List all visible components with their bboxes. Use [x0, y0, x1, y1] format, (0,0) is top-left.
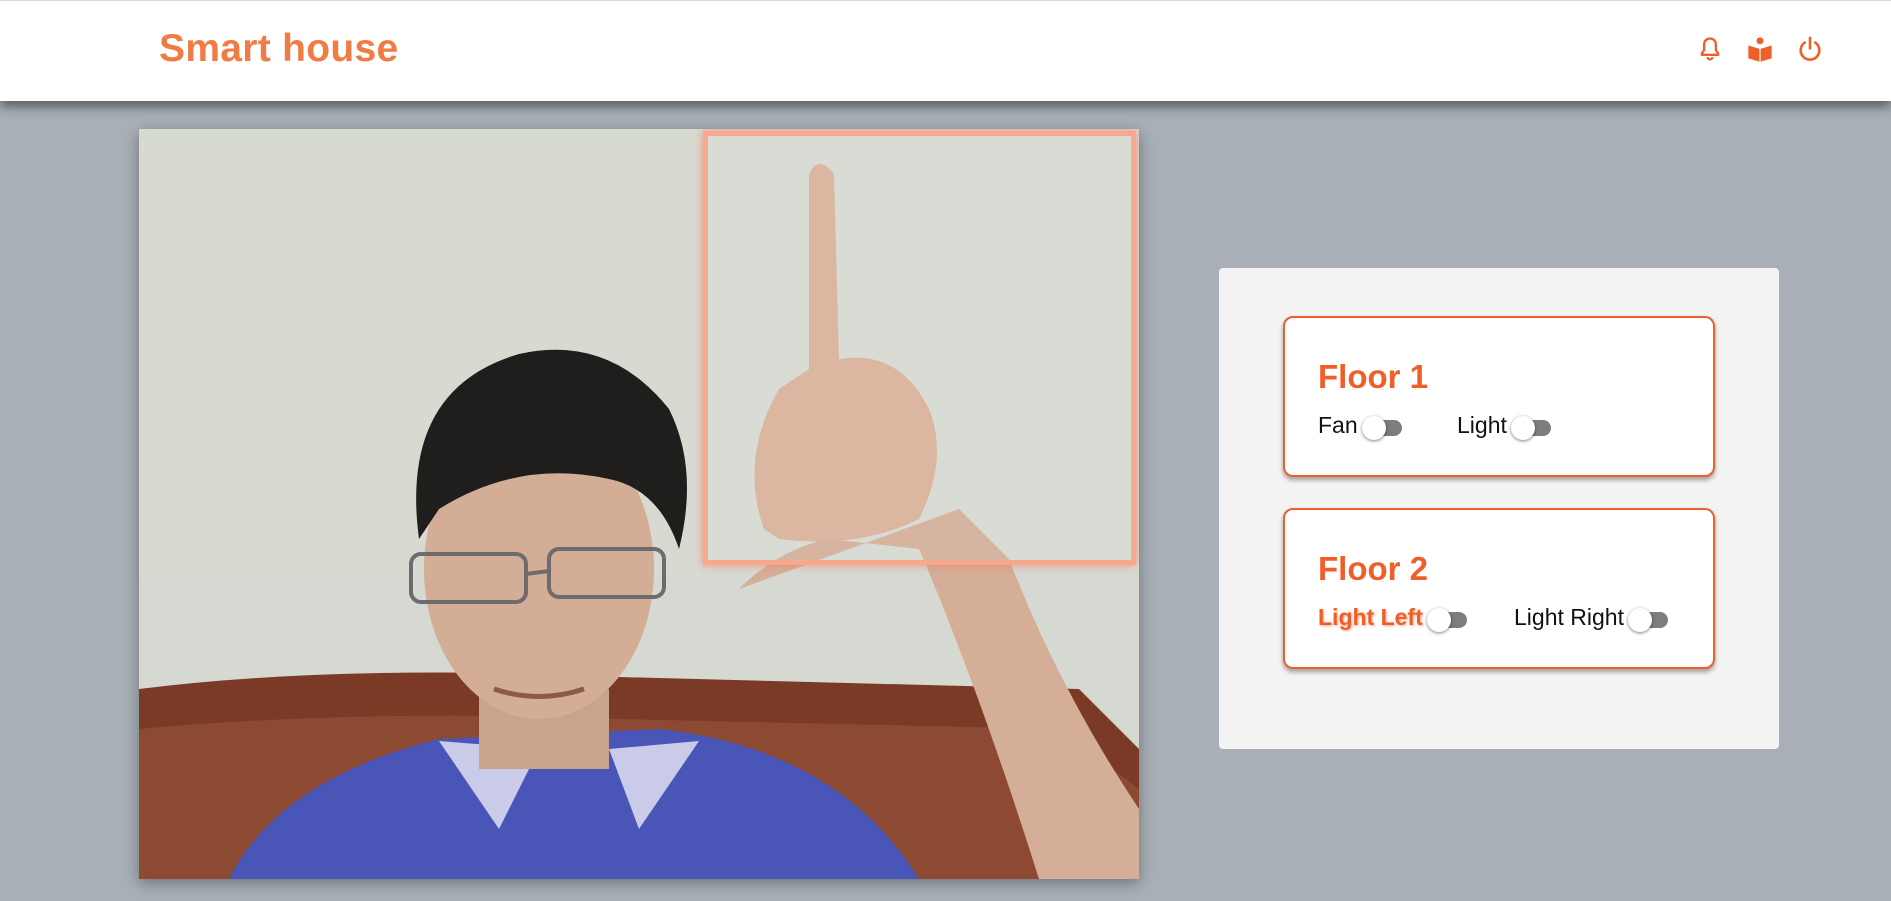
bell-icon[interactable] [1695, 34, 1725, 64]
toggle-knob [1361, 415, 1386, 440]
device-fan: Fan [1318, 412, 1402, 440]
floor-2-title: Floor 2 [1318, 550, 1429, 587]
app-title[interactable]: Smart house [159, 27, 399, 71]
light-toggle[interactable] [1510, 415, 1551, 440]
light-right-toggle[interactable] [1627, 607, 1668, 632]
floor-1-title: Floor 1 [1318, 358, 1429, 395]
light-right-label: Light Right [1514, 604, 1624, 630]
fan-label: Fan [1318, 412, 1358, 438]
power-icon[interactable] [1795, 34, 1825, 64]
control-panel: Floor 1 Fan Light Floor 2 Light Left Lig… [1219, 268, 1779, 749]
top-navbar: Smart house [0, 0, 1891, 101]
light-left-label: Light Left [1318, 604, 1423, 630]
device-light: Light [1457, 412, 1551, 440]
floor-1-card: Floor 1 Fan Light [1283, 316, 1715, 477]
toggle-knob [1627, 607, 1652, 632]
nav-icons [1695, 34, 1825, 64]
device-light-right: Light Right [1514, 604, 1668, 632]
fan-toggle[interactable] [1361, 415, 1402, 440]
floor-2-card: Floor 2 Light Left Light Right [1283, 508, 1715, 669]
toggle-knob [1426, 607, 1451, 632]
webcam-feed [139, 129, 1139, 879]
book-reader-icon[interactable] [1745, 34, 1775, 64]
light-label: Light [1457, 412, 1507, 438]
light-left-toggle[interactable] [1426, 607, 1467, 632]
toggle-knob [1510, 415, 1535, 440]
gesture-detection-box [703, 131, 1136, 565]
device-light-left: Light Left [1318, 604, 1467, 632]
